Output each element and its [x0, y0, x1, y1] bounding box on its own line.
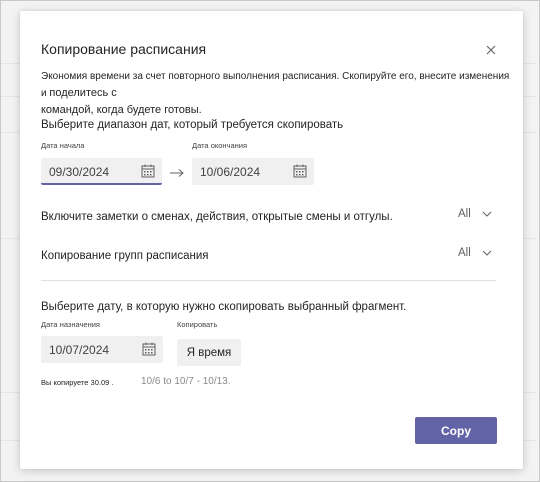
include-options-dropdown[interactable]: All [458, 208, 492, 224]
include-options-label: Включите заметки о сменах, действия, отк… [41, 211, 393, 223]
chevron-down-icon [482, 211, 492, 217]
description-line2: командой, когда будете готовы. [41, 104, 202, 116]
end-date-field[interactable]: 10/06/2024 [192, 158, 314, 185]
description-tail: поделитесь с [49, 87, 117, 99]
include-options-value: All [458, 208, 471, 220]
copy-mode-label: Копировать [177, 320, 218, 329]
start-date-value: 09/30/2024 [49, 165, 110, 179]
close-icon[interactable] [485, 43, 497, 55]
chevron-down-icon [482, 250, 492, 256]
date-range-heading: Выберите диапазон дат, который требуется… [41, 119, 344, 131]
end-date-value: 10/06/2024 [200, 165, 261, 179]
copy-note-range: 10/6 to 10/7 - 10/13. [141, 376, 231, 387]
target-date-label: Дата назначения [41, 320, 100, 329]
start-date-field[interactable]: 09/30/2024 [41, 158, 162, 185]
section-divider [41, 280, 496, 281]
dialog-description: Экономия времени за счет повторного выпо… [41, 68, 511, 119]
copy-schedule-dialog: Копирование расписания Экономия времени … [20, 11, 523, 469]
copy-mode-button[interactable]: Я время [177, 339, 241, 366]
end-date-label: Дата окончания [192, 141, 248, 150]
copy-button[interactable]: Copy [415, 417, 497, 444]
dialog-title: Копирование расписания [41, 41, 207, 57]
copy-note-prefix: Вы копируете 30.09 . [41, 378, 114, 387]
target-date-field[interactable]: 10/07/2024 [41, 336, 163, 363]
schedule-groups-dropdown[interactable]: All [458, 247, 492, 263]
target-date-value: 10/07/2024 [49, 343, 110, 357]
calendar-icon[interactable] [293, 164, 307, 178]
target-heading: Выберите дату, в которую нужно скопирова… [41, 301, 407, 313]
schedule-groups-label: Копирование групп расписания [41, 250, 209, 262]
calendar-icon[interactable] [142, 342, 156, 356]
start-date-label: Дата начала [41, 141, 85, 150]
schedule-groups-value: All [458, 247, 471, 259]
arrow-right-icon [169, 165, 185, 177]
calendar-icon[interactable] [141, 164, 155, 178]
